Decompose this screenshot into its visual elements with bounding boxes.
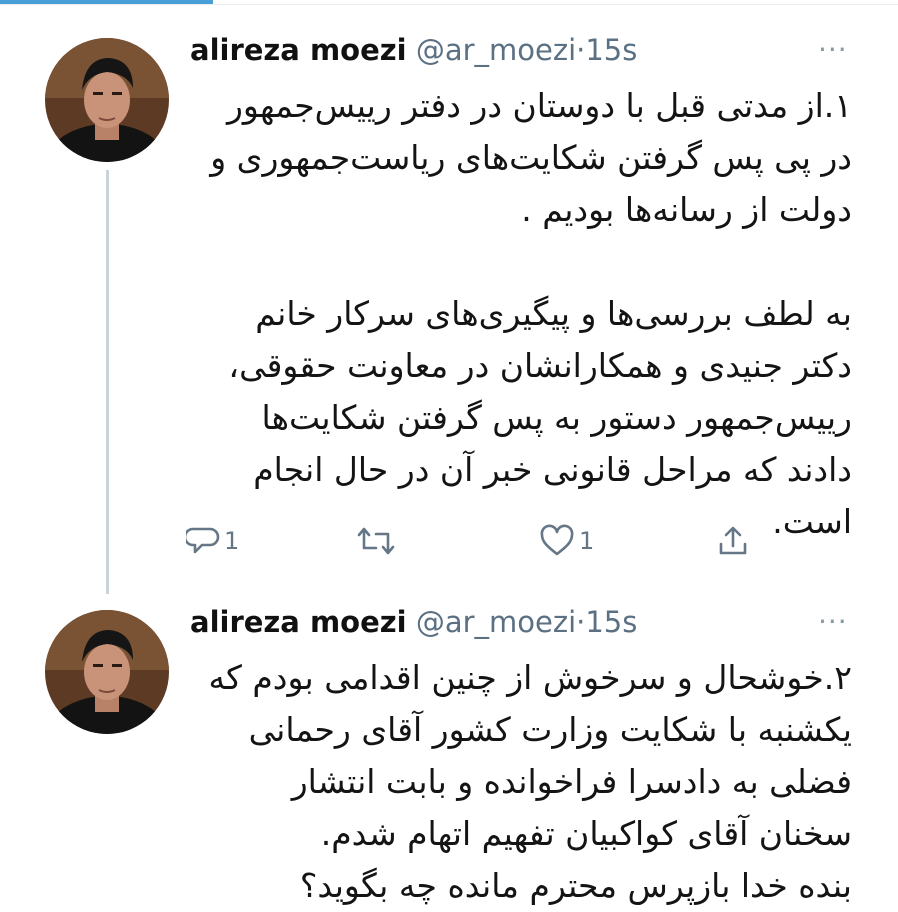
tweet-timestamp[interactable]: 15s — [585, 605, 637, 639]
heart-icon — [539, 524, 575, 558]
author-handle[interactable]: @ar_moezi — [416, 605, 576, 639]
like-count: 1 — [579, 527, 595, 555]
separator-dot: · — [576, 605, 586, 639]
separator-dot: · — [576, 33, 586, 67]
top-divider — [0, 4, 898, 5]
retweet-button[interactable] — [356, 518, 396, 564]
tweet-actions: 1 1 — [186, 518, 766, 564]
reply-icon — [186, 524, 220, 558]
more-options-icon[interactable]: ··· — [818, 608, 848, 636]
avatar-photo — [45, 610, 169, 734]
share-button[interactable] — [716, 518, 750, 564]
tweet-text: ۱.از مدتی قبل با دوستان در دفتر رییس‌جمه… — [210, 86, 852, 541]
tweet-header: alireza moezi @ar_moezi·15s — [190, 32, 637, 68]
tweet-text: ۲.خوشحال و سرخوش از چنین اقدامی بودم که … — [208, 658, 852, 905]
reply-button[interactable]: 1 — [186, 518, 239, 564]
share-icon — [716, 524, 750, 558]
thread-connector-line — [106, 170, 109, 594]
like-button[interactable]: 1 — [539, 518, 594, 564]
avatar-photo — [45, 38, 169, 162]
more-options-icon[interactable]: ··· — [818, 36, 848, 64]
tweet-timestamp[interactable]: 15s — [585, 33, 637, 67]
author-name[interactable]: alireza moezi — [190, 33, 407, 67]
reply-count: 1 — [224, 527, 240, 555]
avatar[interactable] — [45, 610, 169, 734]
retweet-icon — [356, 524, 396, 558]
tweet-header: alireza moezi @ar_moezi·15s — [190, 604, 637, 640]
author-name[interactable]: alireza moezi — [190, 605, 407, 639]
author-handle[interactable]: @ar_moezi — [416, 33, 576, 67]
avatar[interactable] — [45, 38, 169, 162]
